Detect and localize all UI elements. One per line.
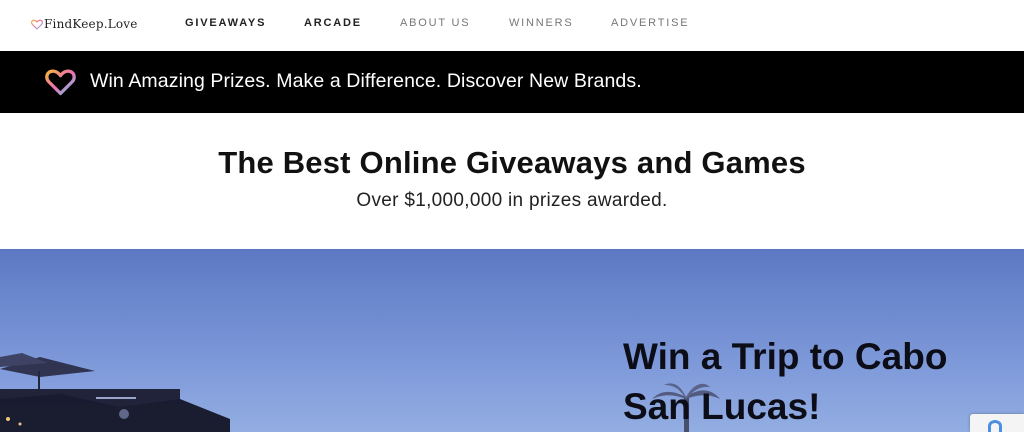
heart-banner-icon (45, 69, 76, 96)
nav-link-giveaways[interactable]: GIVEAWAYS (185, 17, 266, 29)
hero-title: Win a Trip to Cabo San Lucas! (623, 332, 947, 432)
nav-link-about-us[interactable]: ABOUT US (400, 17, 470, 29)
hero-title-line-2: San Lucas! (623, 386, 821, 427)
terrace-silhouette (0, 353, 230, 432)
page-subtitle: Over $1,000,000 in prizes awarded. (356, 190, 668, 211)
nav-links: GIVEAWAYS ARCADE ABOUT US WINNERS ADVERT… (0, 0, 1024, 51)
nav-link-arcade[interactable]: ARCADE (304, 17, 362, 29)
page-title: The Best Online Giveaways and Games (218, 145, 806, 180)
nav-link-winners[interactable]: WINNERS (509, 17, 574, 29)
headline-section: The Best Online Giveaways and Games Over… (0, 113, 1024, 249)
hero-giveaway[interactable]: Win a Trip to Cabo San Lucas! (0, 249, 1024, 432)
hero-title-line-1: Win a Trip to Cabo (623, 336, 948, 377)
promo-banner: Win Amazing Prizes. Make a Difference. D… (0, 51, 1024, 113)
nav-link-advertise[interactable]: ADVERTISE (611, 17, 689, 29)
banner-text: Win Amazing Prizes. Make a Difference. D… (90, 70, 642, 92)
top-nav: FindKeep.Love GIVEAWAYS ARCADE ABOUT US … (0, 0, 1024, 51)
recaptcha-icon (988, 420, 1002, 432)
recaptcha-badge[interactable] (970, 414, 1024, 432)
